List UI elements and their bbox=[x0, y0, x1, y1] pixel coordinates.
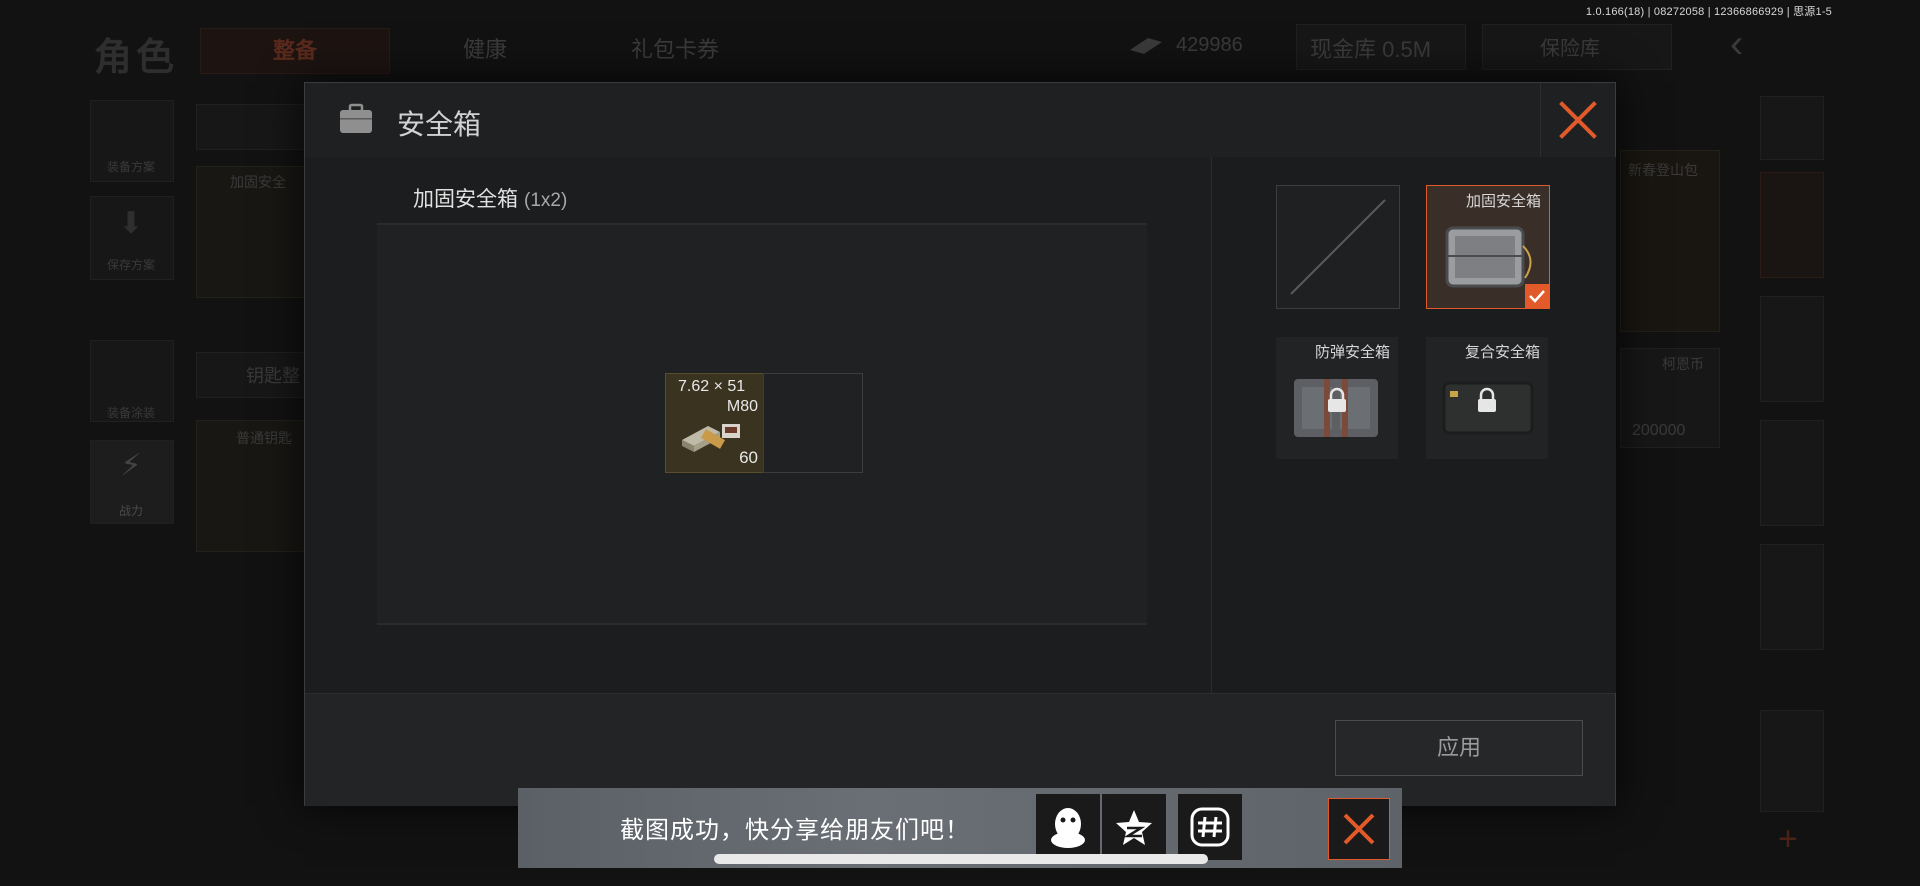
lock-icon bbox=[1328, 387, 1346, 412]
container-name: 加固安全箱 bbox=[413, 188, 518, 211]
apply-button[interactable]: 应用 bbox=[1335, 720, 1583, 776]
case-option-none[interactable] bbox=[1276, 185, 1400, 309]
bg-right-slot-2[interactable] bbox=[1760, 172, 1824, 278]
case-label: 加固安全箱 bbox=[1465, 193, 1541, 210]
qq-penguin-icon bbox=[1051, 808, 1085, 848]
bg-right-slot-1[interactable] bbox=[1760, 96, 1824, 160]
reinforced-case-icon bbox=[1445, 226, 1532, 288]
container-grid: 7.62 × 51 M80 60 bbox=[377, 223, 1147, 625]
bg-right-slot-3[interactable] bbox=[1760, 296, 1824, 402]
bg-right-slot-6[interactable] bbox=[1760, 710, 1824, 812]
close-icon bbox=[1343, 813, 1375, 845]
back-arrow-icon[interactable]: ‹ bbox=[1730, 22, 1743, 67]
empty-slash-icon bbox=[1290, 199, 1386, 295]
bg-page-title: 角色 bbox=[94, 37, 179, 79]
share-qq-button[interactable] bbox=[1036, 794, 1100, 860]
download-icon: ⬇ bbox=[118, 207, 144, 240]
qzone-star-icon bbox=[1116, 810, 1152, 845]
toast-close-button[interactable] bbox=[1328, 798, 1390, 860]
cash-vault-button[interactable]: 现金库 0.5M bbox=[1310, 32, 1431, 64]
case-label: 防弹安全箱 bbox=[1314, 344, 1390, 361]
bg-tab-health[interactable]: 健康 bbox=[420, 28, 550, 72]
cash-icon bbox=[1130, 38, 1162, 54]
lock-icon bbox=[1478, 387, 1496, 412]
ammo-item[interactable]: 7.62 × 51 M80 60 bbox=[665, 373, 765, 473]
hashtag-icon bbox=[1190, 807, 1230, 847]
empty-grid-slot[interactable] bbox=[763, 373, 863, 473]
container-inventory-pane: 加固安全箱 (1x2) 7.62 × 51 M80 60 bbox=[305, 157, 1211, 693]
share-qzone-button[interactable] bbox=[1102, 794, 1166, 860]
case-option-reinforced[interactable]: 加固安全箱 bbox=[1426, 185, 1550, 309]
secure-case-dialog: 安全箱 加固安全箱 (1x2) 7.62 × 51 M80 60 加固安全箱 防… bbox=[304, 82, 1616, 806]
container-size: (1x2) bbox=[524, 190, 568, 211]
ammo-caliber: 7.62 × 51 bbox=[678, 378, 746, 395]
selected-check-badge bbox=[1525, 284, 1549, 308]
close-icon bbox=[1559, 101, 1597, 139]
bg-right-slot-4[interactable] bbox=[1760, 420, 1824, 526]
lightning-icon: ⚡ bbox=[120, 449, 142, 482]
safe-vault-button[interactable]: 保险库 bbox=[1540, 32, 1600, 61]
toast-message: 截图成功，快分享给朋友们吧！ bbox=[620, 817, 970, 844]
briefcase-icon bbox=[340, 103, 372, 133]
bg-key-tab[interactable]: 钥匙整 bbox=[246, 362, 300, 388]
currency-amount: 429986 bbox=[1176, 34, 1243, 56]
bg-tab-equip[interactable]: 整备 bbox=[200, 28, 390, 74]
case-option-bulletproof[interactable]: 防弹安全箱 bbox=[1276, 337, 1398, 459]
ammo-count: 60 bbox=[739, 448, 758, 467]
case-label: 复合安全箱 bbox=[1464, 344, 1540, 361]
share-community-button[interactable] bbox=[1178, 794, 1242, 860]
version-info: 1.0.166(18) | 08272058 | 12366866929 | 思… bbox=[1585, 6, 1832, 18]
checkmark-icon bbox=[1529, 290, 1545, 303]
dialog-close-button[interactable] bbox=[1540, 83, 1615, 157]
add-icon[interactable]: + bbox=[1778, 820, 1798, 859]
home-indicator[interactable] bbox=[714, 854, 1208, 864]
ammo-box-icon bbox=[682, 424, 740, 452]
case-selector-pane: 加固安全箱 防弹安全箱 复合安全箱 bbox=[1211, 157, 1616, 693]
bg-right-slot-5[interactable] bbox=[1760, 544, 1824, 650]
dialog-header: 安全箱 bbox=[305, 83, 1615, 158]
dialog-title: 安全箱 bbox=[397, 109, 482, 140]
case-option-composite[interactable]: 复合安全箱 bbox=[1426, 337, 1548, 459]
bg-tab-giftcard[interactable]: 礼包卡券 bbox=[600, 28, 750, 72]
container-title: 加固安全箱 (1x2) bbox=[413, 183, 567, 213]
